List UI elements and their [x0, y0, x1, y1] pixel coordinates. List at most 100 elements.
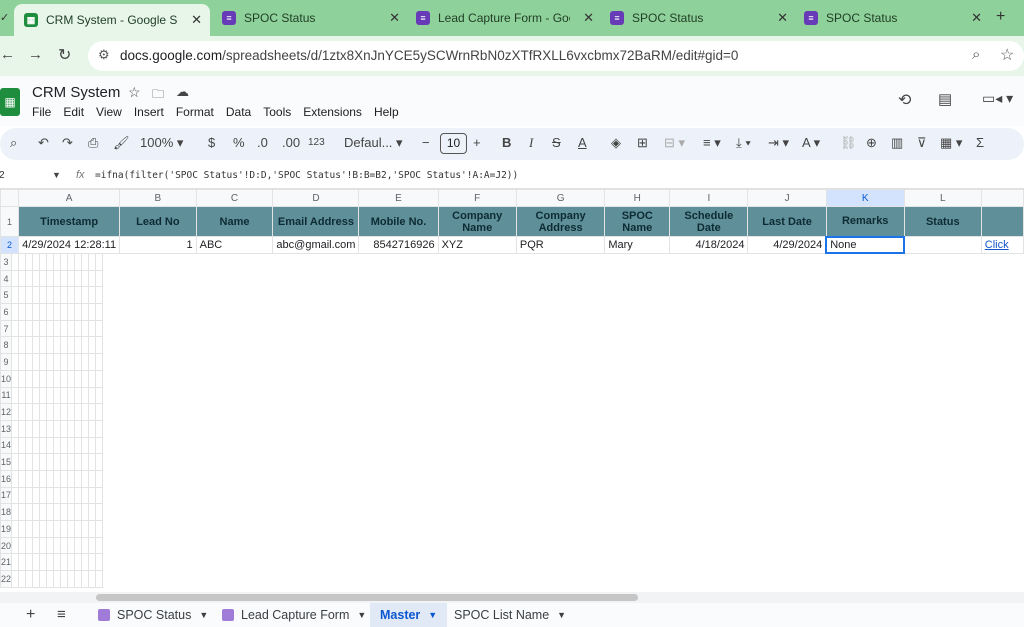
cell[interactable]	[53, 503, 62, 521]
merge-cells-icon[interactable]: ⊟ ▾	[664, 135, 685, 151]
cell[interactable]	[67, 536, 76, 555]
cell[interactable]	[11, 269, 20, 288]
cell[interactable]	[39, 286, 48, 305]
cell[interactable]	[67, 386, 76, 405]
cell[interactable]	[11, 286, 20, 305]
cell[interactable]	[60, 486, 69, 505]
cell[interactable]	[32, 319, 41, 338]
cell[interactable]	[53, 353, 62, 371]
cell[interactable]	[95, 369, 104, 388]
search-icon[interactable]: ⌕	[10, 135, 17, 151]
cell[interactable]	[25, 570, 34, 588]
cell[interactable]	[67, 253, 76, 271]
cell[interactable]	[25, 253, 34, 271]
cell[interactable]	[67, 553, 76, 572]
cell[interactable]	[95, 553, 104, 572]
cell[interactable]	[46, 369, 55, 388]
cell[interactable]	[18, 269, 27, 288]
cell[interactable]	[46, 553, 55, 572]
cell[interactable]: Email Address	[272, 206, 360, 237]
cell[interactable]	[81, 553, 90, 572]
cell[interactable]	[67, 269, 76, 288]
cell[interactable]	[88, 319, 97, 338]
cell[interactable]	[74, 553, 83, 572]
comments-icon[interactable]: ▤	[938, 90, 952, 108]
currency-button[interactable]: $	[208, 135, 215, 150]
paint-format-icon[interactable]: 🖌	[113, 135, 130, 151]
name-box[interactable]: J2	[0, 170, 5, 181]
chart-icon[interactable]: ▥	[891, 135, 903, 151]
horizontal-scrollbar[interactable]	[0, 592, 1024, 603]
cell[interactable]	[88, 269, 97, 288]
cell[interactable]	[67, 286, 76, 305]
cell[interactable]	[11, 436, 20, 455]
cell[interactable]	[18, 419, 27, 438]
cell[interactable]	[81, 403, 90, 421]
doc-title[interactable]: CRM System	[32, 84, 120, 101]
cell[interactable]	[81, 286, 90, 305]
cell[interactable]	[95, 453, 104, 471]
cell[interactable]	[32, 553, 41, 572]
browser-tab-crm[interactable]: ▦ CRM System - Google Sheets ✕	[14, 4, 210, 36]
row-header[interactable]: 11	[0, 386, 13, 405]
borders-icon[interactable]: ⊞	[637, 135, 648, 151]
cell[interactable]	[32, 353, 41, 371]
sheet-tab-spoc-status[interactable]: SPOC Status ▼	[88, 603, 218, 627]
col-header-k[interactable]: K	[825, 189, 905, 207]
col-header-h[interactable]: H	[604, 189, 671, 207]
row-header[interactable]: 2	[0, 236, 20, 254]
cell[interactable]	[81, 353, 90, 371]
increase-decimal-button[interactable]: .00	[282, 135, 300, 150]
menu-format[interactable]: Format	[176, 105, 214, 119]
sheet-tab-spoc-list[interactable]: SPOC List Name ▼	[444, 603, 576, 627]
cell[interactable]	[74, 386, 83, 405]
cell[interactable]	[60, 319, 69, 338]
cell[interactable]	[18, 503, 27, 521]
cell[interactable]	[32, 286, 41, 305]
cell[interactable]	[67, 486, 76, 505]
cell[interactable]	[95, 303, 104, 321]
cell[interactable]	[81, 486, 90, 505]
cell[interactable]	[53, 469, 62, 488]
cell[interactable]	[18, 469, 27, 488]
browser-tab-spoc-2[interactable]: ≡ SPOC Status ✕	[600, 4, 796, 32]
cell[interactable]	[46, 303, 55, 321]
cell[interactable]	[25, 319, 34, 338]
cell[interactable]: 4/29/2024	[747, 236, 827, 254]
cell[interactable]	[60, 536, 69, 555]
cell[interactable]	[95, 269, 104, 288]
cell[interactable]	[95, 469, 104, 488]
cell[interactable]	[74, 336, 83, 355]
cell[interactable]	[32, 419, 41, 438]
cell[interactable]	[39, 319, 48, 338]
cell[interactable]	[60, 453, 69, 471]
cell[interactable]	[95, 436, 104, 455]
cell[interactable]	[95, 570, 104, 588]
cell[interactable]	[88, 520, 97, 538]
cell[interactable]	[46, 503, 55, 521]
cell[interactable]	[46, 419, 55, 438]
col-header-m[interactable]	[980, 189, 1024, 207]
cell[interactable]	[25, 520, 34, 538]
cell[interactable]	[53, 553, 62, 572]
cell[interactable]	[53, 386, 62, 405]
cell[interactable]: Remarks	[825, 206, 905, 237]
cell[interactable]	[53, 369, 62, 388]
cell[interactable]	[95, 520, 104, 538]
chevron-down-icon[interactable]: ▼	[557, 610, 566, 620]
cell[interactable]	[25, 303, 34, 321]
cell[interactable]	[81, 336, 90, 355]
row-header[interactable]: 1	[0, 206, 20, 237]
cell[interactable]: 8542716926	[358, 236, 439, 254]
col-header-f[interactable]: F	[437, 189, 517, 207]
cell[interactable]	[39, 503, 48, 521]
col-header-l[interactable]: L	[903, 189, 982, 207]
cell[interactable]	[74, 536, 83, 555]
cell[interactable]	[60, 369, 69, 388]
cell[interactable]	[60, 303, 69, 321]
cell[interactable]	[88, 553, 97, 572]
cell[interactable]	[39, 536, 48, 555]
strikethrough-icon[interactable]: S	[552, 135, 561, 150]
cell[interactable]	[903, 236, 982, 254]
font-size-decrease-icon[interactable]: −	[422, 135, 430, 150]
